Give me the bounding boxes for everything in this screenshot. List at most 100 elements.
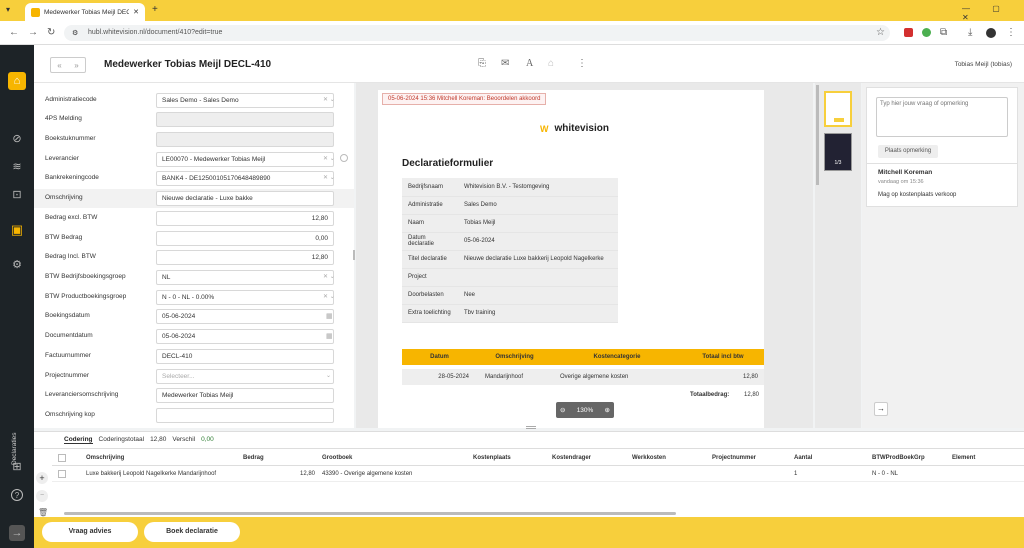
expense-table-header: Datum Omschrijving Kostencategorie Totaa… [402, 349, 764, 365]
footer-action-bar: Vraag advies Boek declaratie [34, 517, 1024, 548]
select-all-checkbox[interactable] [58, 454, 66, 462]
more-options-icon[interactable]: ⋮ [577, 58, 587, 69]
splitter-handle[interactable] [353, 250, 355, 260]
table-row[interactable]: Luxe bakkerij Leopold Nagelkerke Mandari… [52, 468, 1024, 482]
form-row: 4PS Melding [34, 110, 354, 129]
documentdatum-field[interactable]: 05-06-2024 [156, 329, 334, 344]
column-header[interactable]: Grootboek [322, 455, 352, 461]
chevron-down-icon[interactable]: ✕ ⌄ [323, 293, 335, 300]
column-header[interactable]: Werkkosten [632, 455, 666, 461]
projectnummer-select[interactable]: Selecteer... [156, 369, 334, 384]
btw-bedrag-field[interactable]: 0,00 [156, 231, 334, 246]
administratiecode-select[interactable]: Sales Demo - Sales Demo [156, 93, 334, 108]
stamp-icon[interactable]: ⌂ [548, 58, 554, 69]
extensions-puzzle-icon[interactable]: ⧉ [940, 27, 947, 38]
coding-grid: Codering Coderingstotaal 12,80 Verschil … [34, 431, 1024, 517]
chevron-down-icon[interactable]: ✕ ⌄ [323, 96, 335, 103]
boek-declaratie-button[interactable]: Boek declaratie [144, 522, 240, 542]
column-header[interactable]: Kostenplaats [473, 455, 511, 461]
omschrijving-kop-field[interactable] [156, 408, 334, 423]
pager-controls: « » [50, 57, 86, 73]
search-doc-icon[interactable]: ⊡ [9, 187, 25, 203]
mail-icon[interactable]: ✉ [501, 58, 509, 69]
btw-productboekingsgroep-select[interactable]: N - 0 - NL - 0.00% [156, 290, 334, 305]
close-tab-icon[interactable]: ✕ [133, 8, 139, 16]
btw-bedrijfsboekingsgroep-select[interactable]: NL [156, 270, 334, 285]
prev-doc-icon[interactable]: « [57, 61, 61, 70]
back-icon[interactable]: ← [9, 27, 19, 38]
zoom-in-icon[interactable]: ⊕ [605, 406, 610, 414]
remove-row-icon[interactable]: − [36, 490, 48, 502]
address-bar[interactable]: hubl.whitevision.nl/document/410?edit=tr… [64, 25, 890, 41]
attachment-icon[interactable]: ⎘ [478, 58, 486, 69]
vraag-advies-button[interactable]: Vraag advies [42, 522, 138, 542]
expense-date: 28-05-2024 [438, 374, 469, 380]
calendar-icon[interactable]: ▦ [326, 312, 333, 320]
logo-text: whitevision [554, 123, 609, 134]
layers-icon[interactable]: ≋ [9, 159, 25, 175]
scrollbar[interactable] [816, 85, 819, 185]
factuurnummer-field[interactable]: DECL-410 [156, 349, 334, 364]
chevron-down-icon[interactable]: ✕ ⌄ [323, 273, 335, 280]
omschrijving-field[interactable]: Nieuwe declaratie - Luxe bakke [156, 191, 334, 206]
detail-value: 05-06-2024 [458, 232, 618, 251]
delete-icon[interactable]: 🗑 [38, 508, 48, 517]
column-header[interactable]: Element [952, 455, 975, 461]
tab-list-icon[interactable]: ▾ [6, 5, 10, 14]
tab-codering[interactable]: Codering [64, 436, 93, 444]
reload-icon[interactable]: ↻ [47, 27, 55, 38]
chevron-down-icon[interactable]: ✕ ⌄ [323, 174, 335, 181]
cell-aantal: 1 [794, 471, 798, 477]
panel-resize-handle[interactable] [526, 426, 536, 429]
chevron-down-icon[interactable]: ✕ ⌄ [323, 155, 335, 162]
tab-coderingstotaal[interactable]: Coderingstotaal [99, 436, 145, 444]
detail-key: Administratie [402, 196, 458, 215]
thumbnail-page-2[interactable]: 1/3 [824, 133, 852, 171]
field-label: Leverancier [45, 155, 79, 162]
tab-verschil[interactable]: Verschil [172, 436, 195, 444]
browser-menu-icon[interactable]: ⋮ [1006, 27, 1016, 38]
extension-icon[interactable] [922, 28, 931, 37]
calendar-icon[interactable]: ▦ [326, 332, 333, 340]
thumbnail-page-1[interactable] [824, 91, 852, 127]
bookmark-star-icon[interactable]: ☆ [876, 27, 885, 38]
site-info-icon[interactable]: ⚙ [72, 29, 78, 37]
4ps-melding-field[interactable] [156, 112, 334, 127]
bankrekeningcode-select[interactable]: BANK4 - DE12500105170648489890 [156, 171, 334, 186]
text-font-icon[interactable]: A [526, 58, 533, 69]
info-icon[interactable] [340, 154, 348, 162]
zoom-out-icon[interactable]: ⊖ [560, 406, 565, 414]
add-row-icon[interactable]: + [36, 472, 48, 484]
row-checkbox[interactable] [58, 470, 66, 478]
column-header[interactable]: Aantal [794, 455, 812, 461]
settings-gear-icon[interactable]: ⚙ [9, 257, 25, 273]
column-header[interactable]: Bedrag [243, 455, 264, 461]
bedrag-excl-btw-field[interactable]: 12,80 [156, 211, 334, 226]
column-header[interactable]: Kostendrager [552, 455, 591, 461]
leverancier-select[interactable]: LE00070 - Medewerker Tobias Meijl [156, 152, 334, 167]
comment-input[interactable] [876, 97, 1008, 137]
next-doc-icon[interactable]: » [74, 61, 78, 70]
help-icon[interactable]: ? [11, 489, 23, 501]
home-logo-icon[interactable]: ⌂ [8, 72, 26, 90]
window-controls[interactable]: — ▢ ✕ [962, 4, 1024, 22]
new-tab-icon[interactable]: + [152, 4, 158, 15]
pdf-extension-icon[interactable] [904, 28, 913, 37]
arrow-right-icon[interactable]: → [874, 402, 888, 416]
compass-icon[interactable]: ⊘ [9, 131, 25, 147]
profile-avatar[interactable] [986, 28, 996, 38]
bedrag-incl-btw-field[interactable]: 12,80 [156, 250, 334, 265]
column-header[interactable]: Omschrijving [86, 455, 124, 461]
column-header[interactable]: Projectnummer [712, 455, 756, 461]
browser-tab[interactable]: Medewerker Tobias Meijl DECL-4... ✕ [25, 3, 145, 21]
logout-icon[interactable]: → [9, 525, 25, 541]
leveranciersomschrijving-field[interactable]: Medewerker Tobias Meijl [156, 388, 334, 403]
column-header[interactable]: BTWProdBoekGrp [872, 455, 925, 461]
boekingsdatum-field[interactable]: 05-06-2024 [156, 309, 334, 324]
horizontal-scrollbar[interactable] [64, 512, 676, 515]
forward-icon[interactable]: → [28, 27, 38, 38]
declaration-doc-icon[interactable]: ▣ [9, 222, 25, 238]
post-comment-button[interactable]: Plaats opmerking [878, 145, 938, 158]
download-icon[interactable]: ⤓ [968, 27, 972, 38]
chevron-down-icon[interactable]: ⌄ [326, 372, 331, 379]
